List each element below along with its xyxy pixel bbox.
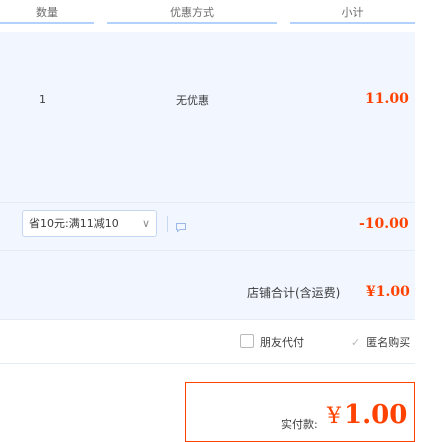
friend-pay-option[interactable]: 朋友代付 <box>240 334 304 350</box>
message-icon[interactable] <box>175 218 187 237</box>
check-icon[interactable]: ✓ <box>351 336 360 349</box>
coupon-discount-amount: -10.00 <box>359 216 409 232</box>
shop-total-row <box>0 250 415 320</box>
item-subtotal: 11.00 <box>365 91 409 107</box>
shop-total-label: 店铺合计(含运费) <box>247 286 341 300</box>
payment-amount: ¥1.00 <box>327 400 407 430</box>
chevron-down-icon: ∨ <box>141 217 150 230</box>
anonymous-label: 匿名购买 <box>366 336 411 349</box>
coupon-select-label: 省10元:满11减10 <box>29 217 119 230</box>
item-discount: 无优惠 <box>176 94 209 107</box>
friend-pay-checkbox[interactable] <box>240 334 254 348</box>
currency-symbol: ¥ <box>327 404 341 429</box>
column-header-qty: 数量 <box>0 0 94 24</box>
payment-label: 实付款: <box>281 418 318 431</box>
item-row <box>0 32 415 202</box>
friend-pay-label: 朋友代付 <box>260 336 304 349</box>
column-header-subtotal: 小计 <box>290 0 415 24</box>
column-header-discount: 优惠方式 <box>107 0 277 24</box>
coupon-select[interactable]: 省10元:满11减10 ∨ <box>22 210 168 237</box>
divider <box>167 216 168 232</box>
shop-total-amount: ¥1.00 <box>366 284 410 300</box>
payment-amount-value: 1.00 <box>344 400 408 430</box>
anonymous-option[interactable]: ✓ 匿名购买 <box>351 334 410 350</box>
item-quantity: 1 <box>39 93 46 106</box>
